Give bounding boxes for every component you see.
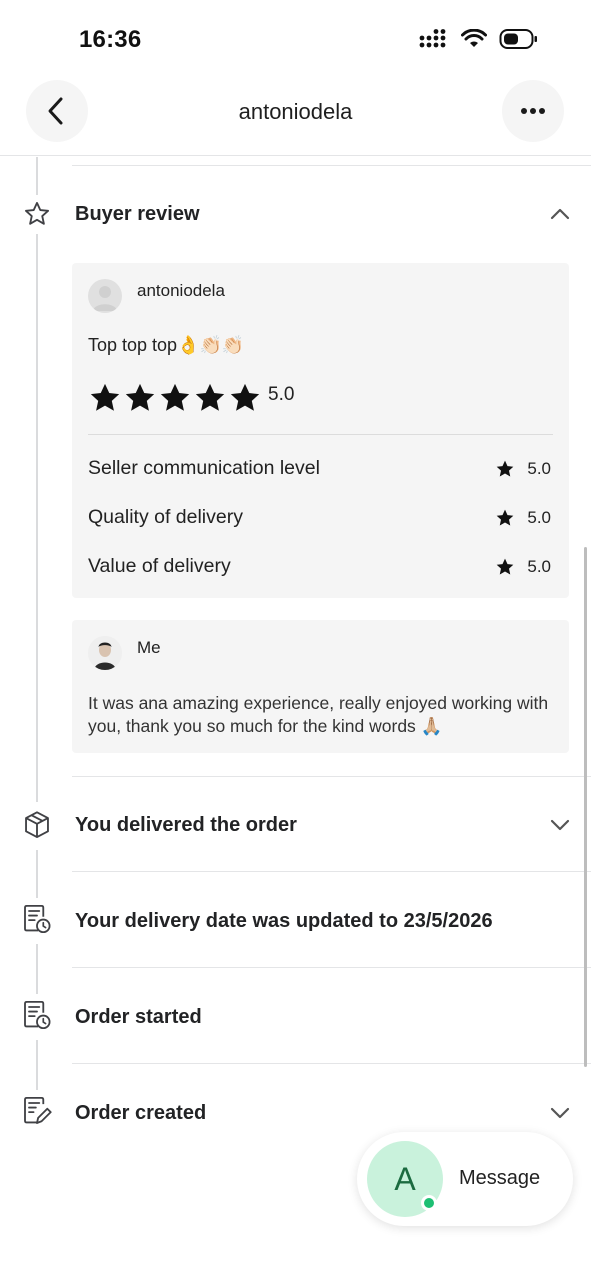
- criteria-value: 5.0: [527, 508, 551, 527]
- status-time: 16:36: [79, 26, 142, 53]
- timeline-line: [36, 157, 38, 195]
- timeline-line: [36, 850, 38, 898]
- status-icons: [419, 28, 539, 50]
- star-outline-icon: [22, 199, 52, 229]
- status-bar: 16:36: [0, 0, 591, 80]
- wifi-icon: [461, 29, 487, 47]
- star-filled-icon: [125, 383, 155, 411]
- avatar: [88, 279, 122, 313]
- calendar-clock-icon: [22, 1000, 52, 1030]
- star-filled-icon: [195, 383, 225, 411]
- criteria-row: Seller communication level 5.0: [88, 457, 551, 483]
- scrollbar[interactable]: [584, 547, 587, 1067]
- message-label: Message: [459, 1167, 541, 1189]
- reply-author: Me: [137, 638, 161, 657]
- delivery-date-title: Your delivery date was updated to 23/5/2…: [75, 910, 493, 932]
- header: antoniodela: [0, 80, 591, 156]
- reviewer-name: antoniodela: [137, 281, 225, 300]
- star-filled-icon: [496, 558, 514, 575]
- more-options-button[interactable]: [502, 80, 564, 142]
- reply-text: It was ana amazing experience, really en…: [88, 693, 549, 736]
- divider: [72, 776, 591, 777]
- chevron-up-icon[interactable]: [550, 204, 570, 224]
- calendar-clock-icon: [22, 904, 52, 934]
- timeline-line: [36, 944, 38, 994]
- order-created-title[interactable]: Order created: [75, 1102, 206, 1125]
- battery-icon: [499, 29, 537, 49]
- timeline-line: [36, 234, 38, 802]
- seller-reply-card: Me It was ana amazing experience, really…: [72, 620, 569, 753]
- user-placeholder-icon: [93, 286, 117, 311]
- timeline-line: [36, 1040, 38, 1090]
- more-dots-icon: [521, 108, 545, 114]
- divider: [88, 434, 553, 435]
- criteria-label: Quality of delivery: [88, 506, 243, 528]
- overall-rating: 5.0: [268, 384, 295, 405]
- criteria-label: Value of delivery: [88, 555, 231, 577]
- chevron-down-icon[interactable]: [550, 815, 570, 835]
- criteria-label: Seller communication level: [88, 457, 320, 479]
- online-status-dot: [421, 1195, 437, 1211]
- review-card: antoniodela Top top top👌👏🏻👏🏻 5.0 Seller …: [72, 263, 569, 598]
- signal-icon: [419, 29, 446, 48]
- divider: [72, 165, 591, 166]
- criteria-value: 5.0: [527, 459, 551, 478]
- criteria-row: Value of delivery 5.0: [88, 555, 551, 581]
- star-filled-icon: [90, 383, 120, 411]
- profile-photo-icon: [88, 636, 122, 670]
- divider: [72, 967, 591, 968]
- star-filled-icon: [160, 383, 190, 411]
- star-rating: [88, 381, 262, 415]
- star-filled-icon: [496, 509, 514, 526]
- avatar-letter: A: [394, 1160, 416, 1197]
- star-filled-icon: [230, 383, 260, 411]
- divider: [72, 871, 591, 872]
- order-started-title: Order started: [75, 1006, 202, 1028]
- message-button[interactable]: A Message: [357, 1132, 573, 1226]
- review-text: Top top top👌👏🏻👏🏻: [88, 335, 245, 355]
- delivered-title[interactable]: You delivered the order: [75, 814, 297, 837]
- avatar: [88, 636, 122, 670]
- chevron-down-icon[interactable]: [550, 1103, 570, 1123]
- divider: [72, 1063, 591, 1064]
- star-filled-icon: [496, 460, 514, 477]
- buyer-review-title[interactable]: Buyer review: [75, 203, 200, 226]
- document-edit-icon: [22, 1096, 52, 1126]
- criteria-row: Quality of delivery 5.0: [88, 506, 551, 532]
- criteria-value: 5.0: [527, 557, 551, 576]
- package-icon: [22, 810, 52, 840]
